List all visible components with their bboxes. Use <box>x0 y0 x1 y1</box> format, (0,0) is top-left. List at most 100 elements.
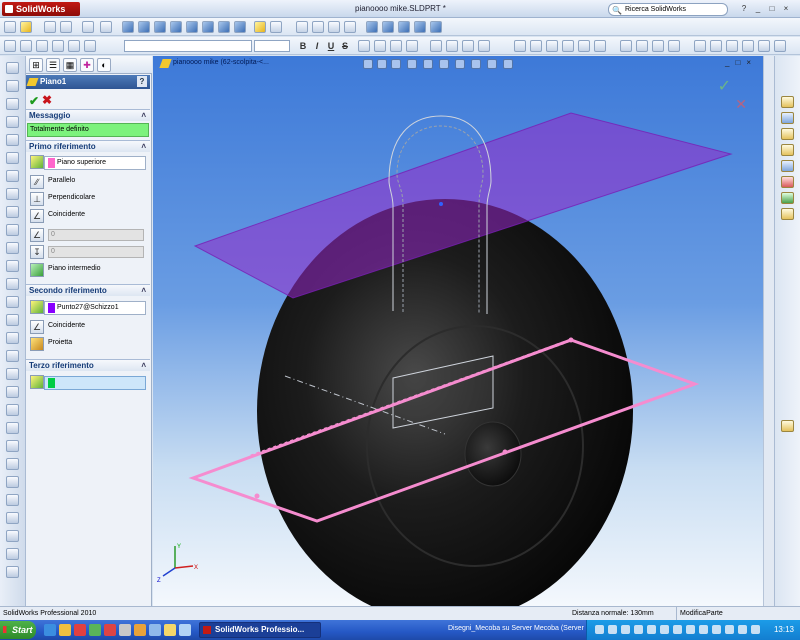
viewport-window-controls[interactable]: _□× <box>725 58 757 67</box>
tray-icon-1[interactable] <box>595 625 604 634</box>
tray-icon-3[interactable] <box>621 625 630 634</box>
plane-handle[interactable] <box>254 493 260 499</box>
line-tool-icon[interactable] <box>6 62 19 74</box>
offset-tool-icon[interactable] <box>6 296 19 308</box>
angle-icon[interactable]: ∠ <box>30 228 44 242</box>
tray-icon-9[interactable] <box>699 625 708 634</box>
view-back-icon[interactable] <box>154 21 166 33</box>
relation-tool-icon[interactable] <box>6 512 19 524</box>
size-combo[interactable] <box>254 40 290 52</box>
section-view-icon[interactable] <box>270 21 282 33</box>
app-quick-icon[interactable] <box>119 624 131 636</box>
trim-icon[interactable] <box>446 40 458 52</box>
vp-minimize-button[interactable]: _ <box>725 58 735 67</box>
option-coincident-2[interactable]: ∠ Coincidente <box>28 319 150 335</box>
cancel-button[interactable]: ✖ <box>42 93 52 107</box>
help-button[interactable]: ? <box>137 76 147 87</box>
zoom-fit-icon[interactable] <box>363 59 373 69</box>
curvature-icon[interactable] <box>578 40 590 52</box>
split-tool-icon[interactable] <box>6 368 19 380</box>
display-style-icon[interactable] <box>439 59 449 69</box>
ie-icon[interactable] <box>44 624 56 636</box>
maximize-button[interactable]: □ <box>766 3 778 14</box>
hidden-lines-icon[interactable] <box>382 21 394 33</box>
vp-maximize-button[interactable]: □ <box>735 58 746 67</box>
wireframe-icon[interactable] <box>366 21 378 33</box>
solidworks-forum-icon[interactable] <box>781 420 794 432</box>
new-icon[interactable] <box>4 21 16 33</box>
dimension-tool-icon[interactable] <box>6 530 19 542</box>
reference-plane-icon[interactable] <box>620 40 632 52</box>
spline-tool-icon[interactable] <box>6 134 19 146</box>
check-icon[interactable] <box>562 40 574 52</box>
align-right-icon[interactable] <box>390 40 402 52</box>
align-center-icon[interactable] <box>374 40 386 52</box>
tray-icon-7[interactable] <box>673 625 682 634</box>
home-icon[interactable] <box>781 96 794 108</box>
viewport-scrollbar[interactable] <box>763 56 774 606</box>
view-iso-icon[interactable] <box>234 21 246 33</box>
document-tab[interactable]: pianoooo mike (62-scolpita-<... <box>159 59 269 68</box>
trim-tool-icon[interactable] <box>6 332 19 344</box>
copy-tool-icon[interactable] <box>6 458 19 470</box>
draft-icon[interactable] <box>774 40 786 52</box>
confirm-cancel-icon[interactable]: ✕ <box>735 96 747 113</box>
sketch-icon[interactable] <box>4 40 16 52</box>
offset-icon[interactable] <box>462 40 474 52</box>
move-tool-icon[interactable] <box>6 404 19 416</box>
open-icon[interactable] <box>20 21 32 33</box>
excel-icon[interactable] <box>89 624 101 636</box>
tray-icon-5[interactable] <box>647 625 656 634</box>
option-mid-plane[interactable]: Piano intermedio <box>28 262 150 278</box>
view-top-icon[interactable] <box>202 21 214 33</box>
rotate-tool-icon[interactable] <box>6 422 19 434</box>
chamfer-icon[interactable] <box>742 40 754 52</box>
angle-input[interactable]: 0 <box>48 229 144 241</box>
print-icon[interactable] <box>60 21 72 33</box>
third-reference-header[interactable]: Terzo riferimento ˄ <box>26 359 150 371</box>
circular-pattern-tool-icon[interactable] <box>6 494 19 506</box>
convert-tool-icon[interactable] <box>6 314 19 326</box>
perspective-icon[interactable] <box>430 21 442 33</box>
tray-icon-6[interactable] <box>660 625 669 634</box>
hide-show-icon[interactable] <box>455 59 465 69</box>
strike-icon[interactable]: S <box>340 40 350 52</box>
taskbar-solidworks[interactable]: SolidWorks Professio... <box>199 622 321 638</box>
custom-properties-icon[interactable] <box>781 208 794 220</box>
zoom-area-icon[interactable] <box>312 21 324 33</box>
plane-handle[interactable] <box>568 337 574 343</box>
sketch-point[interactable] <box>439 202 443 206</box>
fillet-tool-icon[interactable] <box>6 260 19 272</box>
first-reference-header[interactable]: Primo riferimento ˄ <box>26 140 150 152</box>
polygon-tool-icon[interactable] <box>6 170 19 182</box>
minimize-button[interactable]: _ <box>752 3 764 14</box>
help-icon[interactable]: ? <box>738 3 750 14</box>
start-button[interactable]: Start <box>0 621 36 639</box>
align-left-icon[interactable] <box>358 40 370 52</box>
view-settings-icon[interactable] <box>503 59 513 69</box>
shaded-edges-icon[interactable] <box>398 21 410 33</box>
shell-icon[interactable] <box>758 40 770 52</box>
point-icon[interactable] <box>668 40 680 52</box>
plane-handle[interactable] <box>502 449 508 455</box>
coord-system-icon[interactable] <box>652 40 664 52</box>
view-left-icon[interactable] <box>170 21 182 33</box>
app-quick-icon-2[interactable] <box>134 624 146 636</box>
option-project[interactable]: Proietta <box>28 336 150 352</box>
design-library-icon[interactable] <box>781 128 794 140</box>
relations-icon[interactable] <box>514 40 526 52</box>
extend-tool-icon[interactable] <box>6 350 19 362</box>
arc-icon[interactable] <box>84 40 96 52</box>
vp-close-button[interactable]: × <box>746 58 757 67</box>
solidworks-quick-icon[interactable] <box>104 624 116 636</box>
measure-icon[interactable] <box>530 40 542 52</box>
section-view-icon[interactable] <box>407 59 417 69</box>
zoom-fit-icon[interactable] <box>296 21 308 33</box>
view-front-icon[interactable] <box>138 21 150 33</box>
zebra-icon[interactable] <box>594 40 606 52</box>
second-reference-selection[interactable]: Punto27@Schizzo1 <box>44 301 146 315</box>
file-explorer-icon[interactable] <box>781 144 794 156</box>
circle-icon[interactable] <box>68 40 80 52</box>
taskbar-disegni[interactable]: Disegni_Mecoba su Server Mecoba (Server <box>448 625 584 632</box>
tray-icon-12[interactable] <box>738 625 747 634</box>
